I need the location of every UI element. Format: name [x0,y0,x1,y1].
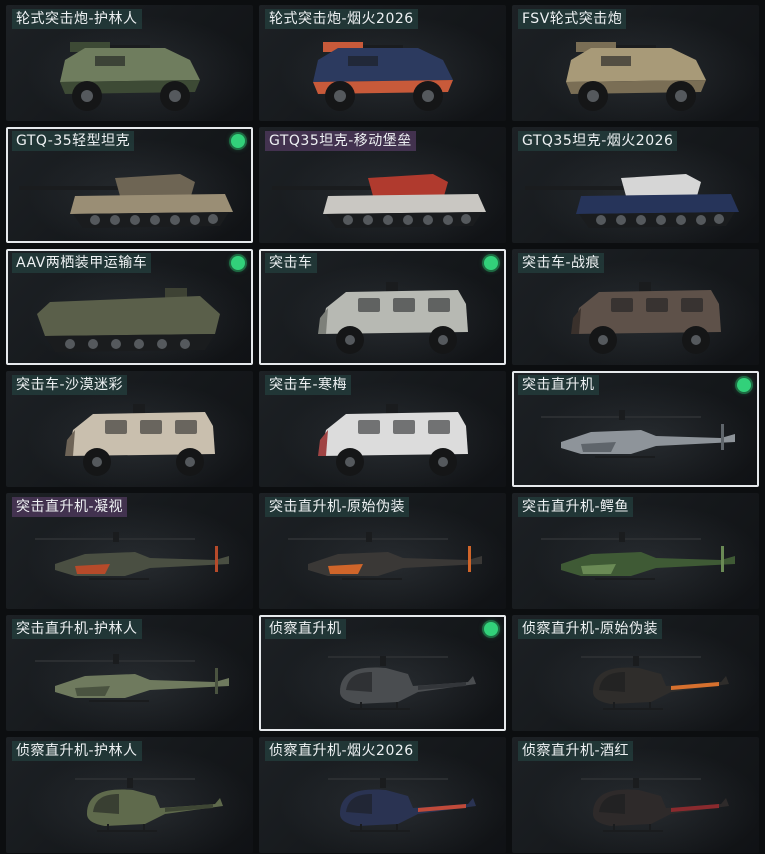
vehicle-card[interactable]: 突击车-沙漠迷彩 [6,371,253,487]
vehicle-card[interactable]: 侦察直升机-烟火2026 [259,737,506,853]
vehicle-card[interactable]: GTQ35坦克-移动堡垒 [259,127,506,243]
vehicle-card[interactable]: 突击车-寒梅 [259,371,506,487]
vehicle-image [6,29,253,121]
vehicle-name: AAV两栖装甲运输车 [12,253,152,273]
vehicle-name: 突击直升机-鳄鱼 [518,497,634,517]
vehicle-image [512,273,759,365]
vehicle-image [514,397,757,485]
equipped-indicator-icon [484,256,498,270]
vehicle-image [259,517,506,609]
vehicle-card[interactable]: 突击直升机 [512,371,759,487]
vehicle-image [261,275,504,363]
vehicle-name: 侦察直升机-原始伪装 [518,619,663,639]
vehicle-card[interactable]: 侦察直升机-护林人 [6,737,253,853]
vehicle-name: 轮式突击炮-烟火2026 [265,9,418,29]
vehicle-name: GTQ-35轻型坦克 [12,131,135,151]
vehicle-card[interactable]: 突击车-战痕 [512,249,759,365]
vehicle-card[interactable]: 轮式突击炮-烟火2026 [259,5,506,121]
vehicle-card[interactable]: FSV轮式突击炮 [512,5,759,121]
vehicle-card[interactable]: 突击直升机-护林人 [6,615,253,731]
vehicle-image [8,153,251,241]
vehicle-card[interactable]: 侦察直升机 [259,615,506,731]
vehicle-image [259,395,506,487]
vehicle-image [261,641,504,729]
vehicle-name: GTQ35坦克-烟火2026 [518,131,678,151]
vehicle-name: 突击车-寒梅 [265,375,352,395]
vehicle-name: 突击直升机 [518,375,599,395]
vehicle-card[interactable]: 轮式突击炮-护林人 [6,5,253,121]
vehicle-card[interactable]: 突击直升机-凝视 [6,493,253,609]
vehicle-image [259,29,506,121]
vehicle-name: 侦察直升机-酒红 [518,741,634,761]
vehicle-image [259,761,506,853]
vehicle-card[interactable]: 突击车 [259,249,506,365]
equipped-indicator-icon [231,134,245,148]
vehicle-name: 突击车-战痕 [518,253,605,273]
vehicle-card[interactable]: AAV两栖装甲运输车 [6,249,253,365]
vehicle-skin-grid: 轮式突击炮-护林人 轮式突击炮-烟火2026 FSV轮式突击炮 GTQ-35轻型… [0,0,765,854]
vehicle-name: 突击直升机-凝视 [12,497,128,517]
vehicle-name: 突击车 [265,253,317,273]
vehicle-name: 侦察直升机-护林人 [12,741,142,761]
vehicle-name: 侦察直升机-烟火2026 [265,741,418,761]
vehicle-image [259,151,506,243]
vehicle-name: GTQ35坦克-移动堡垒 [265,131,416,151]
vehicle-image [512,639,759,731]
vehicle-image [6,639,253,731]
vehicle-name: 轮式突击炮-护林人 [12,9,142,29]
vehicle-name: 突击直升机-原始伪装 [265,497,410,517]
vehicle-card[interactable]: 突击直升机-鳄鱼 [512,493,759,609]
vehicle-card[interactable]: 侦察直升机-酒红 [512,737,759,853]
vehicle-card[interactable]: GTQ-35轻型坦克 [6,127,253,243]
vehicle-image [512,517,759,609]
equipped-indicator-icon [484,622,498,636]
vehicle-image [8,275,251,363]
vehicle-name: 侦察直升机 [265,619,346,639]
equipped-indicator-icon [737,378,751,392]
vehicle-image [512,29,759,121]
vehicle-name: 突击直升机-护林人 [12,619,142,639]
vehicle-card[interactable]: GTQ35坦克-烟火2026 [512,127,759,243]
vehicle-card[interactable]: 侦察直升机-原始伪装 [512,615,759,731]
equipped-indicator-icon [231,256,245,270]
vehicle-name: FSV轮式突击炮 [518,9,627,29]
vehicle-name: 突击车-沙漠迷彩 [12,375,128,395]
vehicle-image [6,395,253,487]
vehicle-image [512,761,759,853]
vehicle-image [512,151,759,243]
vehicle-card[interactable]: 突击直升机-原始伪装 [259,493,506,609]
vehicle-image [6,761,253,853]
vehicle-image [6,517,253,609]
